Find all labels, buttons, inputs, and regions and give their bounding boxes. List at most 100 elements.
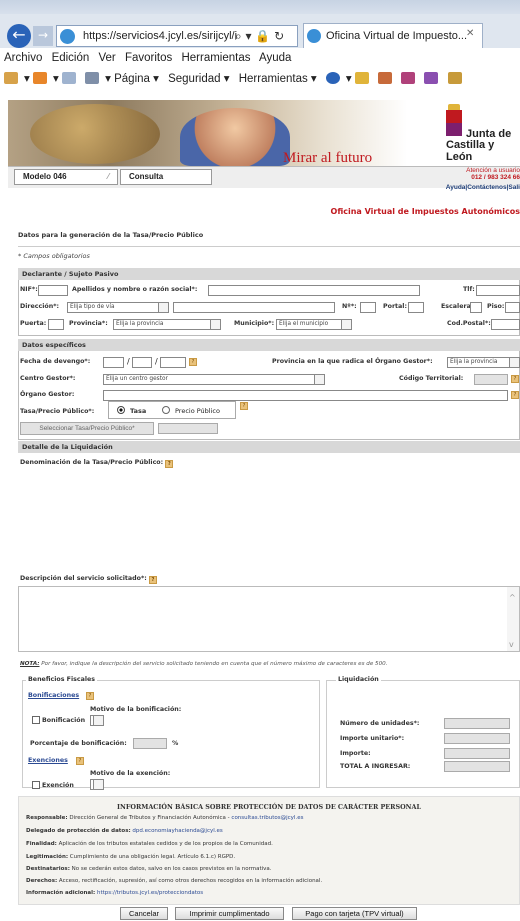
help-icon[interactable]: ? (86, 692, 94, 700)
address-bar-icons[interactable]: ⌕ ▾ 🔒 ↻ (235, 25, 284, 47)
menu-archivo[interactable]: Archivo (4, 52, 42, 64)
codpostal-input[interactable] (491, 319, 520, 330)
declarante-heading: Declarante / Sujeto Pasivo (18, 268, 520, 280)
centro-label: Centro Gestor*: (20, 375, 76, 382)
chevron-down-icon: ▼ (161, 304, 166, 311)
provincia-organo-label: Provincia en la que radica el Órgano Ges… (272, 358, 433, 365)
provincia-organo-select[interactable]: Elija la provincia ▼ (447, 357, 520, 368)
header-links[interactable]: Ayuda|Contáctenos|Sali (420, 184, 520, 191)
piso-input[interactable] (505, 302, 520, 313)
radio-tasa[interactable] (117, 406, 125, 414)
exenciones-link[interactable]: Exenciones (28, 757, 68, 764)
delegado-email-link[interactable]: dpd.economiayhacienda@jcyl.es (131, 828, 222, 834)
addon-icon[interactable] (378, 72, 393, 84)
help-icon: ? (165, 460, 174, 468)
ie-icon (60, 29, 75, 44)
command-herramientas[interactable]: Herramientas ▾ (239, 73, 317, 85)
puerta-input[interactable] (48, 319, 64, 330)
responsable-email-link[interactable]: consultas.tributos@jcyl.es (231, 815, 303, 821)
search-icon[interactable]: ⌕ (235, 29, 242, 43)
apellidos-label: Apellidos y nombre o razón social*: (72, 286, 198, 293)
textarea-scrollbar[interactable]: ^ v (507, 587, 519, 651)
privacy-responsable: Responsable: Dirección General de Tribut… (26, 815, 304, 821)
codigo-territorial-input (474, 374, 508, 385)
child-image (180, 108, 290, 166)
privacy-finalidad: Finalidad: Aplicación de los tributos es… (26, 841, 273, 847)
research-icon[interactable] (447, 72, 462, 84)
tab-ie-icon (307, 29, 321, 43)
extension2-icon[interactable] (424, 72, 439, 84)
nif-input[interactable] (38, 285, 68, 296)
tab-close-icon[interactable]: ✕ (466, 28, 474, 39)
extension-icon[interactable] (401, 72, 416, 84)
denominacion-label: Denominación de la Tasa/Precio Público: … (20, 459, 174, 468)
importe-input (444, 748, 510, 759)
help-icon[interactable]: ? (511, 375, 519, 383)
motivo-bonificacion-select[interactable]: ▼ (90, 715, 104, 726)
atencion-usuario: Atención a usuario 012 / 983 324 66 (466, 167, 520, 181)
total-label: TOTAL A INGRESAR: (340, 763, 411, 770)
adicional-link[interactable]: https://tributos.jcyl.es/protecciondatos (95, 890, 203, 896)
menu-ayuda[interactable]: Ayuda (259, 52, 291, 64)
menu-favoritos[interactable]: Favoritos (125, 52, 172, 64)
globe-image (30, 104, 160, 164)
consulta-tab[interactable]: Consulta (120, 169, 212, 185)
exencion-checkbox[interactable] (32, 781, 40, 789)
menu-edicion[interactable]: Edición (52, 52, 90, 64)
modelo-select[interactable]: Modelo 046 ⁄ (14, 169, 118, 185)
tool-icon[interactable] (354, 72, 369, 84)
fecha-anio-input[interactable] (160, 357, 186, 368)
radio-precio-label: Precio Público (175, 407, 220, 415)
centro-select[interactable]: Elija un centro gestor ▼ (103, 374, 325, 385)
help-icon[interactable] (325, 72, 340, 84)
cancel-button[interactable]: Cancelar (120, 907, 168, 920)
numero-input[interactable] (360, 302, 376, 313)
forward-button[interactable]: → (33, 26, 53, 46)
privacy-adicional: Información adicional: https://tributos.… (26, 890, 204, 896)
command-seguridad[interactable]: Seguridad ▾ (168, 73, 229, 85)
escalera-input[interactable] (470, 302, 482, 313)
help-icon[interactable]: ? (76, 757, 84, 765)
bonificaciones-link[interactable]: Bonificaciones (28, 692, 79, 699)
pay-card-button[interactable]: Pago con tarjeta (TPV virtual) (292, 907, 417, 920)
privacy-derechos: Derechos: Acceso, rectificación, supresi… (26, 878, 323, 884)
tab-oficina[interactable]: Oficina Virtual de Impuesto... (303, 23, 483, 48)
mail-icon[interactable] (61, 72, 76, 84)
numero-label: Nº*: (342, 303, 357, 310)
help-icon[interactable]: ? (189, 358, 197, 366)
portal-input[interactable] (408, 302, 424, 313)
home-icon[interactable] (4, 72, 18, 84)
radio-precio[interactable] (162, 406, 170, 414)
tlf-label: Tlf: (463, 286, 475, 293)
menu-ver[interactable]: Ver (98, 52, 115, 64)
bonificacion-checkbox[interactable] (32, 716, 40, 724)
motivo-exencion-select[interactable]: ▼ (90, 779, 104, 790)
via-select[interactable]: Elija tipo de vía ▼ (67, 302, 169, 313)
lock-icon[interactable]: 🔒 (255, 29, 270, 43)
print-button[interactable]: Imprimir cumplimentado (175, 907, 284, 920)
descripcion-textarea[interactable] (18, 586, 520, 652)
refresh-icon[interactable]: ↻ (274, 29, 284, 43)
feeds-icon[interactable] (32, 72, 47, 84)
page-title: Oficina Virtual de Impuestos Autonómicos (330, 207, 520, 216)
command-pagina[interactable]: Página ▾ (114, 73, 159, 85)
print-icon[interactable] (85, 72, 100, 84)
codigo-territorial-label: Código Territorial: (399, 375, 464, 382)
apellidos-input[interactable] (208, 285, 420, 296)
jcyl-shield-icon (446, 110, 462, 136)
url-text: https://servicios4.jcyl.es/sirijcyl/i (83, 30, 238, 42)
organo-input[interactable] (103, 390, 508, 401)
help-icon[interactable]: ? (240, 402, 248, 410)
tasa-seleccionada-input (158, 423, 218, 434)
tlf-input[interactable] (476, 285, 520, 296)
provincia-select[interactable]: Elija la provincia ▼ (113, 319, 221, 330)
privacy-delegado: Delegado de protección de datos: dpd.eco… (26, 828, 223, 834)
menu-herramientas[interactable]: Herramientas (181, 52, 250, 64)
seleccionar-tasa-button[interactable]: Seleccionar Tasa/Precio Público* (20, 422, 154, 435)
help-icon[interactable]: ? (511, 391, 519, 399)
fecha-mes-input[interactable] (132, 357, 152, 368)
back-button[interactable]: ← (7, 24, 31, 48)
fecha-dia-input[interactable] (103, 357, 124, 368)
direccion-input[interactable] (173, 302, 335, 313)
municipio-select[interactable]: Elija el municipio ▼ (276, 319, 352, 330)
